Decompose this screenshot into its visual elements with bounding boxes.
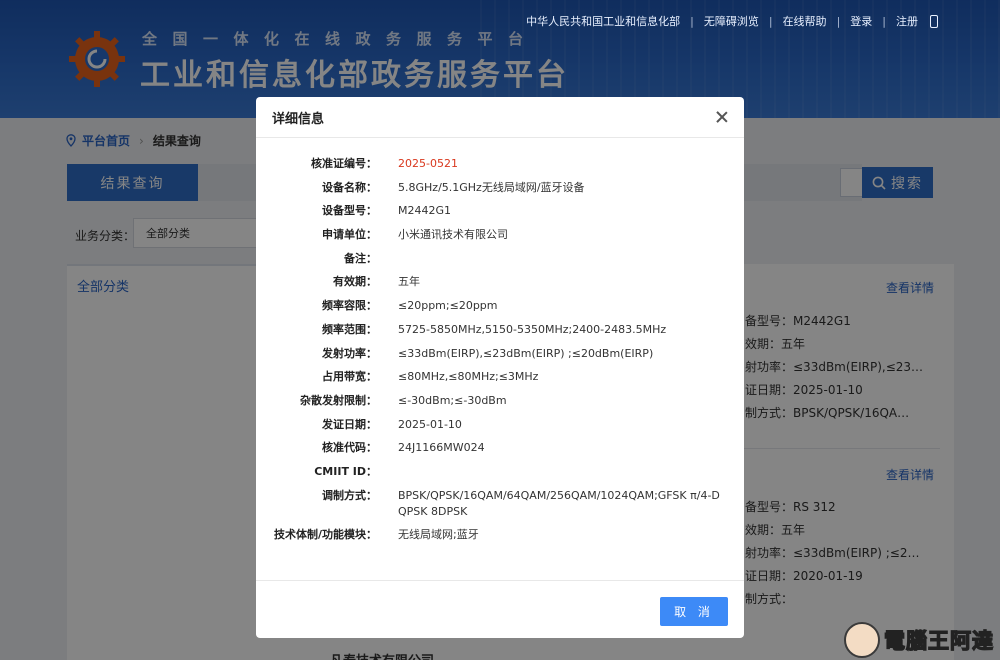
detail-value: 5.8GHz/5.1GHz无线局域网/蓝牙设备 bbox=[398, 180, 585, 194]
detail-list: 核准证编号： 2025-0521 设备名称： 5.8GHz/5.1GHz无线局域网/蓝… bbox=[256, 156, 744, 551]
detail-label: 技术体制/功能模块： bbox=[273, 528, 377, 542]
detail-label: 频率容限： bbox=[322, 299, 377, 313]
link-miit[interactable]: 中华人民共和国工业和信息化部 bbox=[526, 13, 680, 29]
detail-value: ≤-30dBm;≤-30dBm bbox=[398, 393, 507, 407]
detail-row: 发射功率： ≤33dBm(EIRP),≤23dBm(EIRP) ;≤20dBm(E… bbox=[256, 346, 744, 362]
divider: | bbox=[690, 14, 694, 28]
cancel-button[interactable]: 取 消 bbox=[660, 597, 728, 626]
detail-value: 2025-0521 bbox=[398, 157, 458, 170]
detail-label: 发证日期： bbox=[322, 417, 377, 431]
detail-row: 设备型号： M2442G1 bbox=[256, 203, 744, 219]
detail-row: 调制方式： BPSK/QPSK/16QAM/64QAM/256QAM/1024QA… bbox=[256, 488, 744, 520]
detail-label: 设备名称： bbox=[322, 180, 377, 194]
detail-value: ≤20ppm;≤20ppm bbox=[398, 299, 498, 313]
detail-value: ≤80MHz,≤80MHz;≤3MHz bbox=[398, 370, 539, 384]
link-login[interactable]: 登录 bbox=[850, 13, 872, 29]
detail-row: 频率容限： ≤20ppm;≤20ppm bbox=[256, 298, 744, 314]
mascot-face-icon bbox=[844, 622, 880, 658]
detail-label: 核准证编号： bbox=[311, 157, 377, 170]
detail-row: 杂散发射限制： ≤-30dBm;≤-30dBm bbox=[256, 393, 744, 409]
detail-row: 技术体制/功能模块： 无线局域网;蓝牙 bbox=[256, 527, 744, 543]
dialog-header: 详细信息 bbox=[256, 97, 744, 138]
detail-row: 设备名称： 5.8GHz/5.1GHz无线局域网/蓝牙设备 bbox=[256, 180, 744, 196]
detail-dialog: 详细信息 核准证编号： 2025-0521 设备名称： 5.8GHz/5.1GHz无线… bbox=[256, 97, 744, 638]
detail-row: 核准证编号： 2025-0521 bbox=[256, 156, 744, 172]
detail-label: 调制方式： bbox=[322, 488, 377, 502]
link-help[interactable]: 在线帮助 bbox=[783, 13, 827, 29]
detail-row: 频率范围： 5725-5850MHz,5150-5350MHz;2400-2483… bbox=[256, 322, 744, 338]
detail-label: 核准代码： bbox=[322, 441, 377, 455]
dialog-title: 详细信息 bbox=[272, 111, 325, 127]
detail-value: 24J1166MW024 bbox=[398, 441, 485, 455]
detail-label: 有效期： bbox=[333, 275, 377, 289]
detail-row: 申请单位： 小米通讯技术有限公司 bbox=[256, 227, 744, 243]
detail-label: 发射功率： bbox=[322, 346, 377, 360]
detail-value: BPSK/QPSK/16QAM/64QAM/256QAM/1024QAM;GFS… bbox=[398, 488, 720, 518]
detail-label: 占用带宽： bbox=[322, 370, 377, 384]
detail-row: 核准代码： 24J1166MW024 bbox=[256, 440, 744, 456]
detail-value: 小米通讯技术有限公司 bbox=[398, 228, 508, 242]
detail-label: 频率范围： bbox=[322, 322, 377, 336]
detail-row: 备注： bbox=[256, 251, 744, 267]
divider: | bbox=[882, 14, 886, 28]
mobile-icon[interactable] bbox=[930, 14, 938, 28]
detail-value: 五年 bbox=[398, 275, 420, 289]
detail-value: ≤33dBm(EIRP),≤23dBm(EIRP) ;≤20dBm(EIRP) bbox=[398, 346, 654, 360]
close-icon[interactable] bbox=[716, 111, 728, 123]
detail-value: 2025-01-10 bbox=[398, 417, 462, 431]
dialog-footer: 取 消 bbox=[256, 580, 744, 638]
link-register[interactable]: 注册 bbox=[896, 13, 918, 29]
detail-label: 设备型号： bbox=[322, 204, 377, 218]
detail-row: 有效期： 五年 bbox=[256, 274, 744, 290]
detail-row: 占用带宽： ≤80MHz,≤80MHz;≤3MHz bbox=[256, 369, 744, 385]
detail-label: 备注： bbox=[344, 251, 377, 265]
detail-value: 5725-5850MHz,5150-5350MHz;2400-2483.5MHz bbox=[398, 322, 667, 336]
detail-label: CMIIT ID： bbox=[314, 464, 377, 478]
watermark-text: 電腦王阿達 bbox=[883, 628, 994, 653]
link-accessibility[interactable]: 无障碍浏览 bbox=[704, 13, 759, 29]
divider: | bbox=[836, 14, 841, 28]
top-links: 中华人民共和国工业和信息化部 | 无障碍浏览 | 在线帮助 | 登录 | 注册 bbox=[526, 13, 938, 29]
watermark: 電腦王阿達 bbox=[844, 622, 994, 658]
detail-label: 申请单位： bbox=[322, 228, 377, 242]
detail-value: 无线局域网;蓝牙 bbox=[398, 528, 479, 542]
detail-value bbox=[398, 251, 728, 267]
detail-label: 杂散发射限制： bbox=[300, 393, 377, 407]
detail-row: 发证日期： 2025-01-10 bbox=[256, 417, 744, 433]
divider: | bbox=[768, 14, 773, 28]
detail-value bbox=[398, 464, 728, 480]
detail-row: CMIIT ID： bbox=[256, 464, 744, 480]
detail-value: M2442G1 bbox=[398, 204, 452, 218]
